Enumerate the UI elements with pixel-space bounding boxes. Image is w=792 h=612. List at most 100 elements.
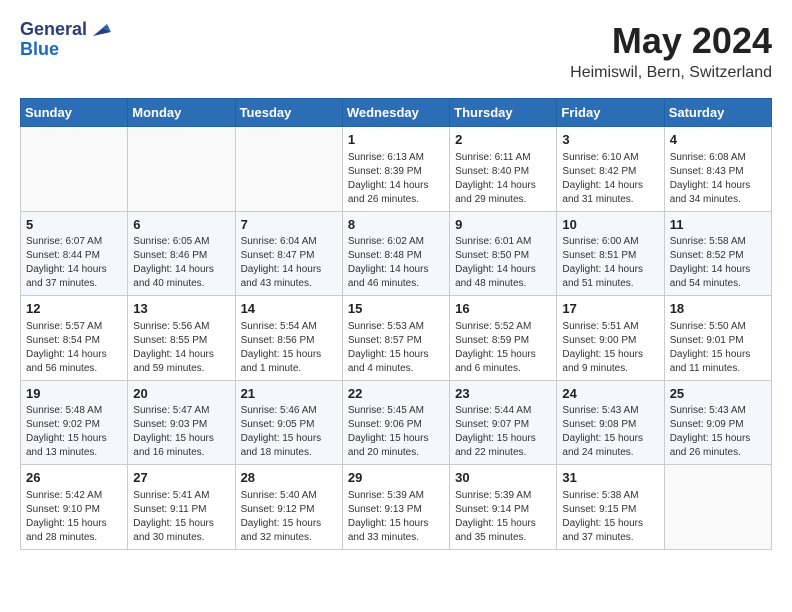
calendar-cell: 5Sunrise: 6:07 AM Sunset: 8:44 PM Daylig…	[21, 211, 128, 296]
day-info: Sunrise: 5:45 AM Sunset: 9:06 PM Dayligh…	[348, 404, 444, 460]
logo-icon	[89, 22, 111, 38]
day-number: 22	[348, 385, 444, 403]
calendar-cell: 25Sunrise: 5:43 AM Sunset: 9:09 PM Dayli…	[664, 380, 771, 465]
day-number: 15	[348, 300, 444, 318]
day-number: 1	[348, 131, 444, 149]
day-number: 5	[26, 216, 122, 234]
calendar-cell: 31 Sunrise: 5:38 AM Sunset: 9:15 PM Dayli…	[557, 465, 664, 550]
day-number: 14	[241, 300, 337, 318]
weekday-header-tuesday: Tuesday	[235, 99, 342, 127]
day-info: Sunrise: 5:46 AM Sunset: 9:05 PM Dayligh…	[241, 404, 337, 460]
day-info: Sunrise: 6:04 AM Sunset: 8:47 PM Dayligh…	[241, 235, 337, 291]
day-number: 31	[562, 469, 658, 487]
calendar-cell: 22Sunrise: 5:45 AM Sunset: 9:06 PM Dayli…	[342, 380, 449, 465]
day-number: 25	[670, 385, 766, 403]
weekday-header-monday: Monday	[128, 99, 235, 127]
day-number: 29	[348, 469, 444, 487]
day-info: Sunrise: 6:08 AM Sunset: 8:43 PM Dayligh…	[670, 151, 766, 207]
logo: General Blue	[20, 20, 111, 60]
calendar-cell	[664, 465, 771, 550]
day-number: 9	[455, 216, 551, 234]
day-number: 7	[241, 216, 337, 234]
day-number: 4	[670, 131, 766, 149]
day-info: Sunrise: 5:52 AM Sunset: 8:59 PM Dayligh…	[455, 320, 551, 376]
calendar-cell	[235, 127, 342, 212]
day-info: Sunrise: 6:10 AM Sunset: 8:42 PM Dayligh…	[562, 151, 658, 207]
calendar-cell: 14 Sunrise: 5:54 AM Sunset: 8:56 PM Dayli…	[235, 296, 342, 381]
calendar-week-4: 19Sunrise: 5:48 AM Sunset: 9:02 PM Dayli…	[21, 380, 772, 465]
logo-general: General	[20, 20, 87, 40]
calendar-cell: 19Sunrise: 5:48 AM Sunset: 9:02 PM Dayli…	[21, 380, 128, 465]
day-info: Sunrise: 5:51 AM Sunset: 9:00 PM Dayligh…	[562, 320, 658, 376]
day-number: 19	[26, 385, 122, 403]
logo-blue: Blue	[20, 40, 59, 60]
day-number: 2	[455, 131, 551, 149]
calendar-cell: 21Sunrise: 5:46 AM Sunset: 9:05 PM Dayli…	[235, 380, 342, 465]
calendar-cell: 8Sunrise: 6:02 AM Sunset: 8:48 PM Daylig…	[342, 211, 449, 296]
calendar-cell: 15Sunrise: 5:53 AM Sunset: 8:57 PM Dayli…	[342, 296, 449, 381]
day-info: Sunrise: 5:43 AM Sunset: 9:08 PM Dayligh…	[562, 404, 658, 460]
calendar-cell: 1 Sunrise: 6:13 AM Sunset: 8:39 PM Daylig…	[342, 127, 449, 212]
calendar-cell: 17 Sunrise: 5:51 AM Sunset: 9:00 PM Dayli…	[557, 296, 664, 381]
calendar-cell: 18 Sunrise: 5:50 AM Sunset: 9:01 PM Dayli…	[664, 296, 771, 381]
calendar-cell	[21, 127, 128, 212]
weekday-header-row: SundayMondayTuesdayWednesdayThursdayFrid…	[21, 99, 772, 127]
calendar-cell: 16 Sunrise: 5:52 AM Sunset: 8:59 PM Dayli…	[450, 296, 557, 381]
calendar-cell: 6Sunrise: 6:05 AM Sunset: 8:46 PM Daylig…	[128, 211, 235, 296]
calendar-week-2: 5Sunrise: 6:07 AM Sunset: 8:44 PM Daylig…	[21, 211, 772, 296]
day-number: 13	[133, 300, 229, 318]
calendar-cell: 2 Sunrise: 6:11 AM Sunset: 8:40 PM Daylig…	[450, 127, 557, 212]
day-info: Sunrise: 6:02 AM Sunset: 8:48 PM Dayligh…	[348, 235, 444, 291]
calendar-cell: 23Sunrise: 5:44 AM Sunset: 9:07 PM Dayli…	[450, 380, 557, 465]
calendar-cell: 26 Sunrise: 5:42 AM Sunset: 9:10 PM Dayli…	[21, 465, 128, 550]
day-info: Sunrise: 5:50 AM Sunset: 9:01 PM Dayligh…	[670, 320, 766, 376]
calendar-cell: 20Sunrise: 5:47 AM Sunset: 9:03 PM Dayli…	[128, 380, 235, 465]
day-info: Sunrise: 6:01 AM Sunset: 8:50 PM Dayligh…	[455, 235, 551, 291]
day-number: 26	[26, 469, 122, 487]
day-number: 16	[455, 300, 551, 318]
day-info: Sunrise: 5:43 AM Sunset: 9:09 PM Dayligh…	[670, 404, 766, 460]
calendar-cell: 12Sunrise: 5:57 AM Sunset: 8:54 PM Dayli…	[21, 296, 128, 381]
calendar-cell: 4 Sunrise: 6:08 AM Sunset: 8:43 PM Daylig…	[664, 127, 771, 212]
calendar-cell: 28Sunrise: 5:40 AM Sunset: 9:12 PM Dayli…	[235, 465, 342, 550]
calendar-cell: 10Sunrise: 6:00 AM Sunset: 8:51 PM Dayli…	[557, 211, 664, 296]
day-info: Sunrise: 5:44 AM Sunset: 9:07 PM Dayligh…	[455, 404, 551, 460]
calendar-week-1: 1 Sunrise: 6:13 AM Sunset: 8:39 PM Daylig…	[21, 127, 772, 212]
day-info: Sunrise: 5:41 AM Sunset: 9:11 PM Dayligh…	[133, 489, 229, 545]
day-info: Sunrise: 5:54 AM Sunset: 8:56 PM Dayligh…	[241, 320, 337, 376]
day-info: Sunrise: 5:38 AM Sunset: 9:15 PM Dayligh…	[562, 489, 658, 545]
calendar-week-5: 26 Sunrise: 5:42 AM Sunset: 9:10 PM Dayli…	[21, 465, 772, 550]
day-info: Sunrise: 6:11 AM Sunset: 8:40 PM Dayligh…	[455, 151, 551, 207]
title-block: May 2024 Heimiswil, Bern, Switzerland	[570, 20, 772, 82]
day-number: 17	[562, 300, 658, 318]
weekday-header-sunday: Sunday	[21, 99, 128, 127]
day-info: Sunrise: 5:56 AM Sunset: 8:55 PM Dayligh…	[133, 320, 229, 376]
day-info: Sunrise: 5:48 AM Sunset: 9:02 PM Dayligh…	[26, 404, 122, 460]
month-title: May 2024	[570, 20, 772, 62]
weekday-header-saturday: Saturday	[664, 99, 771, 127]
calendar-cell: 30Sunrise: 5:39 AM Sunset: 9:14 PM Dayli…	[450, 465, 557, 550]
day-info: Sunrise: 6:13 AM Sunset: 8:39 PM Dayligh…	[348, 151, 444, 207]
calendar-cell: 11Sunrise: 5:58 AM Sunset: 8:52 PM Dayli…	[664, 211, 771, 296]
day-info: Sunrise: 6:07 AM Sunset: 8:44 PM Dayligh…	[26, 235, 122, 291]
day-number: 21	[241, 385, 337, 403]
day-number: 28	[241, 469, 337, 487]
weekday-header-thursday: Thursday	[450, 99, 557, 127]
day-info: Sunrise: 5:42 AM Sunset: 9:10 PM Dayligh…	[26, 489, 122, 545]
calendar-cell	[128, 127, 235, 212]
day-info: Sunrise: 5:47 AM Sunset: 9:03 PM Dayligh…	[133, 404, 229, 460]
day-info: Sunrise: 5:39 AM Sunset: 9:14 PM Dayligh…	[455, 489, 551, 545]
day-info: Sunrise: 6:05 AM Sunset: 8:46 PM Dayligh…	[133, 235, 229, 291]
calendar-table: SundayMondayTuesdayWednesdayThursdayFrid…	[20, 98, 772, 550]
location-title: Heimiswil, Bern, Switzerland	[570, 64, 772, 82]
day-number: 27	[133, 469, 229, 487]
day-info: Sunrise: 5:58 AM Sunset: 8:52 PM Dayligh…	[670, 235, 766, 291]
calendar-cell: 29Sunrise: 5:39 AM Sunset: 9:13 PM Dayli…	[342, 465, 449, 550]
weekday-header-wednesday: Wednesday	[342, 99, 449, 127]
day-info: Sunrise: 6:00 AM Sunset: 8:51 PM Dayligh…	[562, 235, 658, 291]
page-header: General Blue May 2024 Heimiswil, Bern, S…	[20, 20, 772, 82]
calendar-cell: 24Sunrise: 5:43 AM Sunset: 9:08 PM Dayli…	[557, 380, 664, 465]
calendar-cell: 27 Sunrise: 5:41 AM Sunset: 9:11 PM Dayli…	[128, 465, 235, 550]
day-info: Sunrise: 5:57 AM Sunset: 8:54 PM Dayligh…	[26, 320, 122, 376]
day-number: 18	[670, 300, 766, 318]
